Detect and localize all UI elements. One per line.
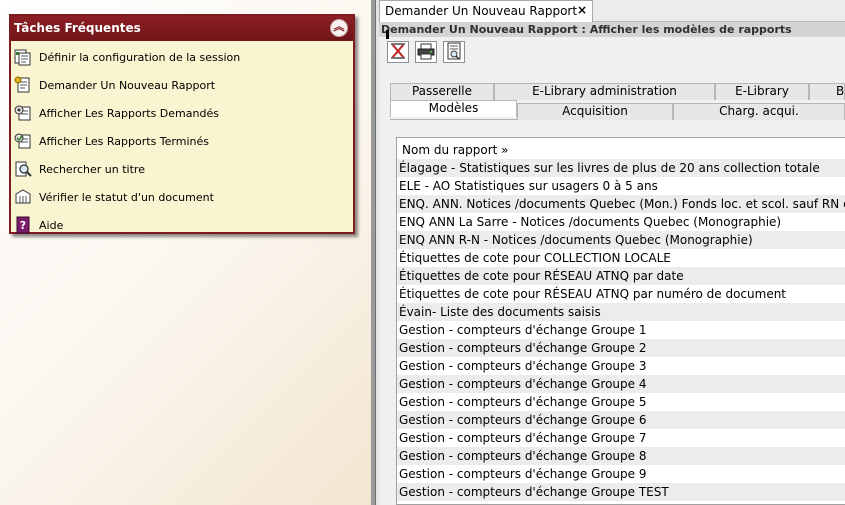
svg-text:?: ? xyxy=(20,219,26,232)
report-row[interactable]: Étiquettes de cote pour RÉSEAU ATNQ par … xyxy=(397,267,845,285)
tab-modeles[interactable]: Modèles xyxy=(390,100,517,117)
report-row[interactable]: ENQ ANN R-N - Notices /documents Quebec … xyxy=(397,231,845,249)
report-template-button[interactable] xyxy=(443,41,465,63)
tab-charg-acqui[interactable]: Charg. acqui. xyxy=(673,103,845,120)
report-row[interactable]: Élagage - Statistiques sur les livres de… xyxy=(397,159,845,177)
task-label: Afficher Les Rapports Terminés xyxy=(39,134,209,148)
requested-reports-icon xyxy=(13,104,33,122)
page-title: Demander Un Nouveau Rapport : Afficher l… xyxy=(379,22,845,37)
report-row[interactable]: Gestion - compteurs d'échange Groupe 9 xyxy=(397,465,845,483)
tab-e-library[interactable]: E-Library xyxy=(715,83,809,100)
print-button[interactable] xyxy=(415,41,437,63)
help-icon: ? xyxy=(13,216,33,234)
document-status-icon xyxy=(13,188,33,206)
report-row[interactable]: Gestion - compteurs d'échange Groupe 4 xyxy=(397,375,845,393)
report-templates-list: Nom du rapport » Élagage - Statistiques … xyxy=(396,137,845,505)
task-requested-reports[interactable]: Afficher Les Rapports Demandés xyxy=(11,99,353,127)
report-row[interactable]: ENQ. ANN. Notices /documents Quebec (Mon… xyxy=(397,195,845,213)
session-config-icon xyxy=(13,48,33,66)
report-row[interactable]: Gestion - compteurs d'échange Groupe TES… xyxy=(397,483,845,501)
task-label: Rechercher un titre xyxy=(39,162,145,176)
document-tab-label: Demander Un Nouveau Rapport xyxy=(385,4,578,18)
task-label: Vérifier le statut d'un document xyxy=(39,190,214,204)
report-row[interactable]: Étiquettes de cote pour COLLECTION LOCAL… xyxy=(397,249,845,267)
title-marker xyxy=(386,30,389,39)
tab-bu[interactable]: Bu xyxy=(809,83,845,100)
schedule-report-button[interactable] xyxy=(387,41,409,63)
frequent-tasks-panel: Tâches Fréquentes ︽ Définir la configura… xyxy=(9,14,355,234)
frequent-tasks-header: Tâches Fréquentes ︽ xyxy=(11,16,353,41)
report-rows: Élagage - Statistiques sur les livres de… xyxy=(397,159,845,501)
report-name-column-header[interactable]: Nom du rapport » xyxy=(397,138,845,159)
report-row[interactable]: Gestion - compteurs d'échange Groupe 2 xyxy=(397,339,845,357)
task-label: Demander Un Nouveau Rapport xyxy=(39,78,216,92)
task-document-status[interactable]: Vérifier le statut d'un document xyxy=(11,183,353,211)
report-category-tabs: Passerelle E-Library administration E-Li… xyxy=(390,83,845,120)
tab-row-front: Modèles Acquisition Charg. acqui. xyxy=(390,100,845,120)
frequent-tasks-list: Définir la configuration de la session D… xyxy=(11,41,353,239)
report-template-icon xyxy=(445,42,463,63)
task-search-title[interactable]: Rechercher un titre xyxy=(11,155,353,183)
report-row[interactable]: Gestion - compteurs d'échange Groupe 7 xyxy=(397,429,845,447)
report-row[interactable]: Évain- Liste des documents saisis xyxy=(397,303,845,321)
new-report-icon xyxy=(13,76,33,94)
printer-icon xyxy=(417,42,435,63)
task-label: Aide xyxy=(39,218,64,232)
close-tab-button[interactable]: × xyxy=(577,3,587,17)
search-title-icon xyxy=(13,160,33,178)
task-label: Afficher Les Rapports Demandés xyxy=(39,106,219,120)
report-row[interactable]: Étiquettes de cote pour RÉSEAU ATNQ par … xyxy=(397,285,845,303)
frequent-tasks-title: Tâches Fréquentes xyxy=(14,21,141,35)
report-row[interactable]: Gestion - compteurs d'échange Groupe 6 xyxy=(397,411,845,429)
report-row[interactable]: Gestion - compteurs d'échange Groupe 3 xyxy=(397,357,845,375)
finished-reports-icon xyxy=(13,132,33,150)
report-row[interactable]: Gestion - compteurs d'échange Groupe 8 xyxy=(397,447,845,465)
report-row[interactable]: ELE - AO Statistiques sur usagers 0 à 5 … xyxy=(397,177,845,195)
toolbar xyxy=(387,41,465,65)
collapse-panel-button[interactable]: ︽ xyxy=(330,19,348,37)
tab-passerelle[interactable]: Passerelle xyxy=(390,83,494,100)
task-label: Définir la configuration de la session xyxy=(39,50,241,64)
report-workspace: Demander Un Nouveau Rapport × Demander U… xyxy=(379,0,845,505)
report-row[interactable]: ENQ ANN La Sarre - Notices /documents Qu… xyxy=(397,213,845,231)
tab-acquisition[interactable]: Acquisition xyxy=(517,103,673,120)
tab-e-library-administration[interactable]: E-Library administration xyxy=(494,83,715,100)
task-new-report[interactable]: Demander Un Nouveau Rapport xyxy=(11,71,353,99)
task-session-config[interactable]: Définir la configuration de la session xyxy=(11,43,353,71)
report-row[interactable]: Gestion - compteurs d'échange Groupe 5 xyxy=(397,393,845,411)
task-help[interactable]: ? Aide xyxy=(11,211,353,239)
document-tab-new-report[interactable]: Demander Un Nouveau Rapport × xyxy=(379,0,593,22)
schedule-report-icon xyxy=(389,42,407,63)
document-tab-strip: Demander Un Nouveau Rapport × xyxy=(379,0,845,22)
report-row[interactable]: Gestion - compteurs d'échange Groupe 1 xyxy=(397,321,845,339)
tab-row-back: Passerelle E-Library administration E-Li… xyxy=(390,83,845,100)
task-finished-reports[interactable]: Afficher Les Rapports Terminés xyxy=(11,127,353,155)
